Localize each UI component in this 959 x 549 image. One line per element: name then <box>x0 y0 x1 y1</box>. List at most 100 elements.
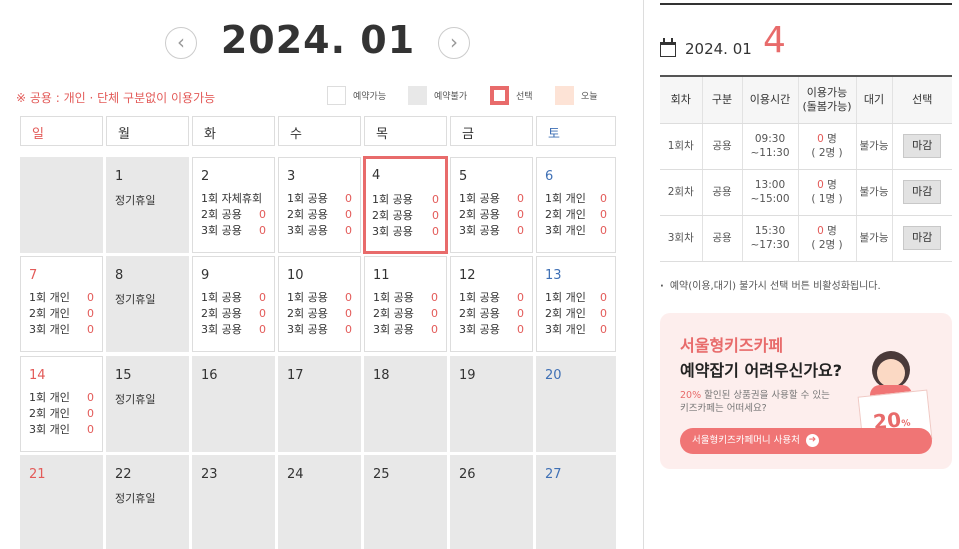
header-type: 구분 <box>701 75 742 124</box>
session-label: 2회 공용 <box>459 307 500 320</box>
session-label: 1회 개인 <box>545 291 586 304</box>
closed-button[interactable]: 마감 <box>903 134 942 158</box>
day-number: 1 <box>115 169 124 184</box>
calendar-day-cell: 1 정기휴일 <box>106 157 189 253</box>
session-line: 3회 개인 0 <box>29 422 94 437</box>
closed-note: 정기휴일 <box>115 194 156 207</box>
session-line: 1회 개인 0 <box>29 290 94 305</box>
legend-available: 예약가능 <box>327 86 386 105</box>
day-number: 27 <box>545 467 562 482</box>
calendar-day-cell[interactable]: 14 1회 개인 0 2회 개인 0 3회 개인 0 <box>20 356 103 452</box>
legend-swatch-unavailable <box>408 86 427 105</box>
session-count: 0 <box>345 208 352 221</box>
panel-top-rule <box>660 3 952 5</box>
session-label: 3회 공용 <box>459 323 500 336</box>
day-number: 6 <box>545 169 554 184</box>
calendar-day-cell: 17 <box>278 356 361 452</box>
session-line: 1회 공용 0 <box>287 191 352 206</box>
calendar-day-cell-selected[interactable]: 4 1회 공용 0 2회 공용 0 3회 공용 0 <box>363 156 448 254</box>
next-month-button[interactable]: › <box>438 27 470 59</box>
session-waiting: 불가능 <box>855 169 892 216</box>
session-label: 1회 공용 <box>287 291 328 304</box>
calendar-day-cell: 18 <box>364 356 447 452</box>
session-time: 09:30 ~11:30 <box>741 123 798 170</box>
banner-discount: 20% <box>680 390 702 401</box>
session-line: 2회 공용 0 <box>201 207 266 222</box>
session-time: 15:30 ~17:30 <box>741 215 798 262</box>
available-count: 0 <box>817 133 824 145</box>
session-count: 0 <box>432 209 439 222</box>
closed-button[interactable]: 마감 <box>903 226 942 250</box>
session-select: 마감 <box>891 169 952 216</box>
session-line: 2회 공용 0 <box>459 306 524 321</box>
calendar-day-cell: 27 <box>536 455 616 549</box>
session-waiting: 불가능 <box>855 123 892 170</box>
session-count: 0 <box>87 407 94 420</box>
session-count: 0 <box>600 208 607 221</box>
day-number: 3 <box>287 169 296 184</box>
calendar-day-cell[interactable]: 6 1회 개인 0 2회 개인 0 3회 개인 0 <box>536 157 616 253</box>
calendar-day-cell: 16 <box>192 356 275 452</box>
session-count: 0 <box>87 423 94 436</box>
calendar-day-cell[interactable]: 13 1회 개인 0 2회 개인 0 3회 개인 0 <box>536 256 616 352</box>
session-line: 3회 공용 0 <box>287 322 352 337</box>
session-line: 3회 개인 0 <box>545 322 607 337</box>
session-label: 2회 개인 <box>29 307 70 320</box>
calendar-day-cell[interactable]: 12 1회 공용 0 2회 공용 0 3회 공용 0 <box>450 256 533 352</box>
day-number: 10 <box>287 268 304 283</box>
header-availability: 이용가능 (돌봄가능) <box>797 75 856 124</box>
session-line: 1회 공용 0 <box>201 290 266 305</box>
session-label: 1회 공용 <box>459 291 500 304</box>
calendar-day-cell: 22 정기휴일 <box>106 455 189 549</box>
money-locations-button[interactable]: 서울형키즈카페머니 사용처 ➜ <box>680 428 932 454</box>
header-select: 선택 <box>891 75 952 124</box>
legend-label: 예약가능 <box>353 92 387 102</box>
day-number: 15 <box>115 368 132 383</box>
session-label: 1회 개인 <box>545 192 586 205</box>
calendar-day-cell: 19 <box>450 356 533 452</box>
closed-note: 정기휴일 <box>115 492 156 505</box>
closed-button[interactable]: 마감 <box>903 180 942 204</box>
session-count: 0 <box>87 391 94 404</box>
session-line: 2회 공용 0 <box>201 306 266 321</box>
header-waiting: 대기 <box>855 75 892 124</box>
day-number: 5 <box>459 169 468 184</box>
session-label: 1회 공용 <box>372 193 413 206</box>
session-count: 0 <box>517 323 524 336</box>
calendar-day-cell[interactable]: 3 1회 공용 0 2회 공용 0 3회 공용 0 <box>278 157 361 253</box>
session-waiting: 불가능 <box>855 215 892 262</box>
panel-divider <box>643 0 644 549</box>
selected-day: 4 <box>763 20 786 61</box>
session-label: 2회 공용 <box>201 307 242 320</box>
calendar-day-cell: 23 <box>192 455 275 549</box>
calendar-day-cell[interactable]: 10 1회 공용 0 2회 공용 0 3회 공용 0 <box>278 256 361 352</box>
session-availability: 0 명 ( 1명 ) <box>797 169 856 216</box>
day-number: 26 <box>459 467 476 482</box>
session-line: 2회 개인 0 <box>29 406 94 421</box>
session-line: 2회 공용 0 <box>372 208 439 223</box>
prev-month-button[interactable]: ‹ <box>165 27 197 59</box>
banner-brand: 서울형키즈카페 <box>680 336 784 355</box>
day-number: 4 <box>372 168 381 183</box>
day-number: 19 <box>459 368 476 383</box>
calendar-day-cell[interactable]: 5 1회 공용 0 2회 공용 0 3회 공용 0 <box>450 157 533 253</box>
legend-unavailable: 예약불가 <box>408 86 467 105</box>
session-line: 1회 공용 0 <box>459 290 524 305</box>
session-label: 3회 공용 <box>373 323 414 336</box>
calendar-day-cell[interactable]: 7 1회 개인 0 2회 개인 0 3회 개인 0 <box>20 256 103 352</box>
kids-cafe-banner[interactable]: 서울형키즈카페 예약잡기 어려우신가요? 20% 할인된 상품권을 사용할 수 … <box>660 313 952 469</box>
session-select: 마감 <box>891 215 952 262</box>
legend-swatch-available <box>327 86 346 105</box>
calendar-day-cell[interactable]: 2 1회 자체휴회 2회 공용 0 3회 공용 0 <box>192 157 275 253</box>
weekday-header-sun: 일 <box>20 116 103 146</box>
calendar-day-cell[interactable]: 11 1회 공용 0 2회 공용 0 3회 공용 0 <box>364 256 447 352</box>
session-count: 0 <box>600 307 607 320</box>
day-number: 14 <box>29 368 46 383</box>
calendar-day-cell: 8 정기휴일 <box>106 256 189 352</box>
calendar-day-cell: 20 <box>536 356 616 452</box>
session-label: 1회 공용 <box>201 291 242 304</box>
calendar-day-cell[interactable]: 9 1회 공용 0 2회 공용 0 3회 공용 0 <box>192 256 275 352</box>
money-locations-label: 서울형키즈카페머니 사용처 <box>692 435 800 446</box>
banner-desc-line2: 키즈카페는 어떠세요? <box>680 403 767 414</box>
day-number: 7 <box>29 268 38 283</box>
